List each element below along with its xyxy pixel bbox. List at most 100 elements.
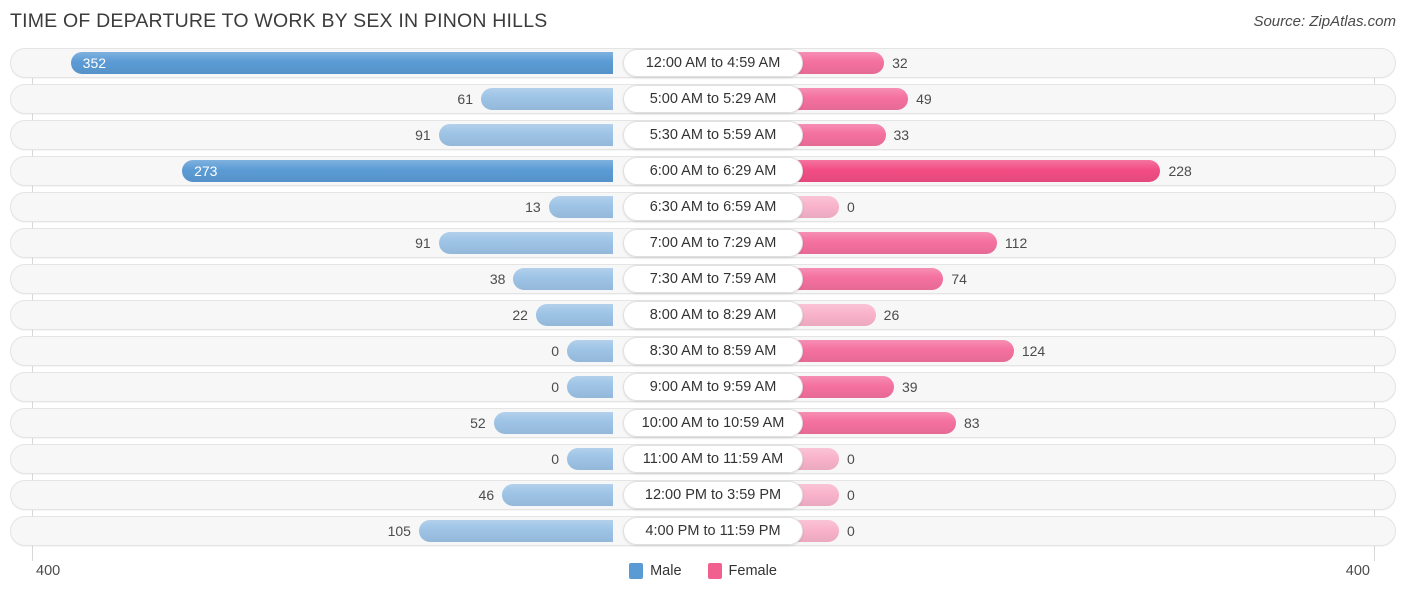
female-bar-gloss bbox=[793, 160, 1161, 182]
female-value-label: 112 bbox=[1004, 235, 1028, 251]
male-value-label: 273 bbox=[194, 163, 218, 179]
category-label: 10:00 AM to 10:59 AM bbox=[623, 409, 803, 437]
table-row[interactable]: 22 26 8:00 AM to 8:29 AM bbox=[10, 300, 1396, 330]
male-bar[interactable] bbox=[438, 232, 613, 254]
diverging-bar-chart: 352 32 12:00 AM to 4:59 AM 61 49 5:00 AM to 5… bbox=[0, 48, 1406, 556]
male-bar-gloss bbox=[418, 520, 613, 542]
chart-header: TIME OF DEPARTURE TO WORK BY SEX IN PINO… bbox=[0, 0, 1406, 44]
category-label: 6:30 AM to 6:59 AM bbox=[623, 193, 803, 221]
legend-item-male[interactable]: Male bbox=[629, 563, 682, 579]
female-value-label: 74 bbox=[951, 271, 967, 287]
male-value-label: 46 bbox=[478, 487, 495, 503]
female-bar[interactable] bbox=[793, 52, 885, 74]
female-bar[interactable] bbox=[793, 124, 886, 146]
table-row[interactable]: 38 74 7:30 AM to 7:59 AM bbox=[10, 264, 1396, 294]
male-bar-gloss bbox=[513, 268, 613, 290]
male-bar[interactable] bbox=[567, 376, 613, 398]
female-bar[interactable] bbox=[793, 160, 1161, 182]
male-value-label: 61 bbox=[457, 91, 473, 107]
category-label: 6:00 AM to 6:29 AM bbox=[623, 157, 803, 185]
male-bar[interactable] bbox=[70, 52, 613, 74]
legend-swatch-icon bbox=[629, 563, 644, 579]
table-row[interactable]: 91 33 5:30 AM to 5:59 AM bbox=[10, 120, 1396, 150]
legend-item-female[interactable]: Female bbox=[707, 563, 777, 579]
female-value-label: 0 bbox=[847, 487, 855, 503]
category-label: 7:00 AM to 7:29 AM bbox=[623, 229, 803, 257]
female-bar-gloss bbox=[793, 52, 885, 74]
table-row[interactable]: 105 0 4:00 PM to 11:59 PM bbox=[10, 516, 1396, 546]
male-bar[interactable] bbox=[535, 304, 613, 326]
male-value-label: 352 bbox=[82, 55, 107, 71]
female-bar[interactable] bbox=[793, 412, 957, 434]
male-value-label: 0 bbox=[551, 343, 559, 359]
female-bar[interactable] bbox=[793, 88, 909, 110]
female-bar[interactable] bbox=[793, 376, 894, 398]
table-row[interactable]: 52 83 10:00 AM to 10:59 AM bbox=[10, 408, 1396, 438]
category-label: 5:00 AM to 5:29 AM bbox=[623, 85, 803, 113]
category-label: 12:00 PM to 3:59 PM bbox=[623, 481, 803, 509]
male-bar[interactable] bbox=[493, 412, 613, 434]
male-bar[interactable] bbox=[438, 124, 613, 146]
male-bar[interactable] bbox=[502, 484, 613, 506]
female-bar-gloss bbox=[793, 304, 876, 326]
male-bar[interactable] bbox=[567, 448, 613, 470]
female-value-label: 0 bbox=[847, 523, 855, 539]
male-bar-gloss bbox=[438, 232, 613, 254]
category-label: 4:00 PM to 11:59 PM bbox=[623, 517, 803, 545]
female-bar[interactable] bbox=[793, 232, 997, 254]
table-row[interactable]: 0 39 9:00 AM to 9:59 AM bbox=[10, 372, 1396, 402]
table-row[interactable]: 91 112 7:00 AM to 7:29 AM bbox=[10, 228, 1396, 258]
male-bar[interactable] bbox=[513, 268, 613, 290]
table-row[interactable]: 46 0 12:00 PM to 3:59 PM bbox=[10, 480, 1396, 510]
female-bar[interactable] bbox=[793, 268, 944, 290]
female-bar-gloss bbox=[793, 232, 997, 254]
table-row[interactable]: 13 0 6:30 AM to 6:59 AM bbox=[10, 192, 1396, 222]
male-value-label: 105 bbox=[387, 523, 411, 539]
female-value-label: 33 bbox=[893, 127, 910, 143]
male-value-label: 13 bbox=[525, 199, 541, 215]
table-row[interactable]: 0 124 8:30 AM to 8:59 AM bbox=[10, 336, 1396, 366]
legend-swatch-icon bbox=[707, 563, 722, 579]
male-bar-gloss bbox=[548, 196, 613, 218]
male-bar-gloss bbox=[567, 376, 613, 398]
category-label: 8:00 AM to 8:29 AM bbox=[623, 301, 803, 329]
female-value-label: 26 bbox=[883, 307, 900, 323]
male-value-label: 91 bbox=[415, 235, 431, 251]
male-value-label: 22 bbox=[512, 307, 528, 323]
table-row[interactable]: 273 228 6:00 AM to 6:29 AM bbox=[10, 156, 1396, 186]
female-bar[interactable] bbox=[793, 340, 1014, 362]
male-bar[interactable] bbox=[418, 520, 613, 542]
male-bar-gloss bbox=[535, 304, 613, 326]
table-row[interactable]: 61 49 5:00 AM to 5:29 AM bbox=[10, 84, 1396, 114]
female-bar-gloss bbox=[793, 88, 909, 110]
male-bar[interactable] bbox=[182, 160, 613, 182]
male-bar[interactable] bbox=[567, 340, 613, 362]
male-bar-gloss bbox=[70, 52, 613, 74]
page-title: TIME OF DEPARTURE TO WORK BY SEX IN PINO… bbox=[10, 10, 548, 32]
male-bar[interactable] bbox=[480, 88, 613, 110]
female-value-label: 228 bbox=[1168, 163, 1192, 179]
legend-label: Female bbox=[728, 563, 777, 579]
male-value-label: 52 bbox=[470, 415, 486, 431]
chart-legend: Male Female bbox=[0, 556, 1406, 586]
table-row[interactable]: 0 0 11:00 AM to 11:59 AM bbox=[10, 444, 1396, 474]
female-value-label: 0 bbox=[847, 451, 855, 467]
female-value-label: 0 bbox=[847, 199, 855, 215]
female-bar-gloss bbox=[793, 412, 957, 434]
male-bar-gloss bbox=[567, 448, 613, 470]
female-bar-gloss bbox=[793, 340, 1014, 362]
male-value-label: 91 bbox=[415, 127, 431, 143]
female-value-label: 83 bbox=[964, 415, 980, 431]
male-bar-gloss bbox=[438, 124, 613, 146]
category-label: 8:30 AM to 8:59 AM bbox=[623, 337, 803, 365]
female-bar-gloss bbox=[793, 268, 944, 290]
category-label: 11:00 AM to 11:59 AM bbox=[623, 445, 803, 473]
table-row[interactable]: 352 32 12:00 AM to 4:59 AM bbox=[10, 48, 1396, 78]
male-value-label: 38 bbox=[489, 271, 506, 287]
male-bar[interactable] bbox=[548, 196, 613, 218]
category-label: 5:30 AM to 5:59 AM bbox=[623, 121, 803, 149]
male-bar-gloss bbox=[567, 340, 613, 362]
chart-footer: 400 400 Male Female bbox=[0, 556, 1406, 588]
female-bar[interactable] bbox=[793, 304, 876, 326]
source-attribution: Source: ZipAtlas.com bbox=[1253, 13, 1396, 30]
